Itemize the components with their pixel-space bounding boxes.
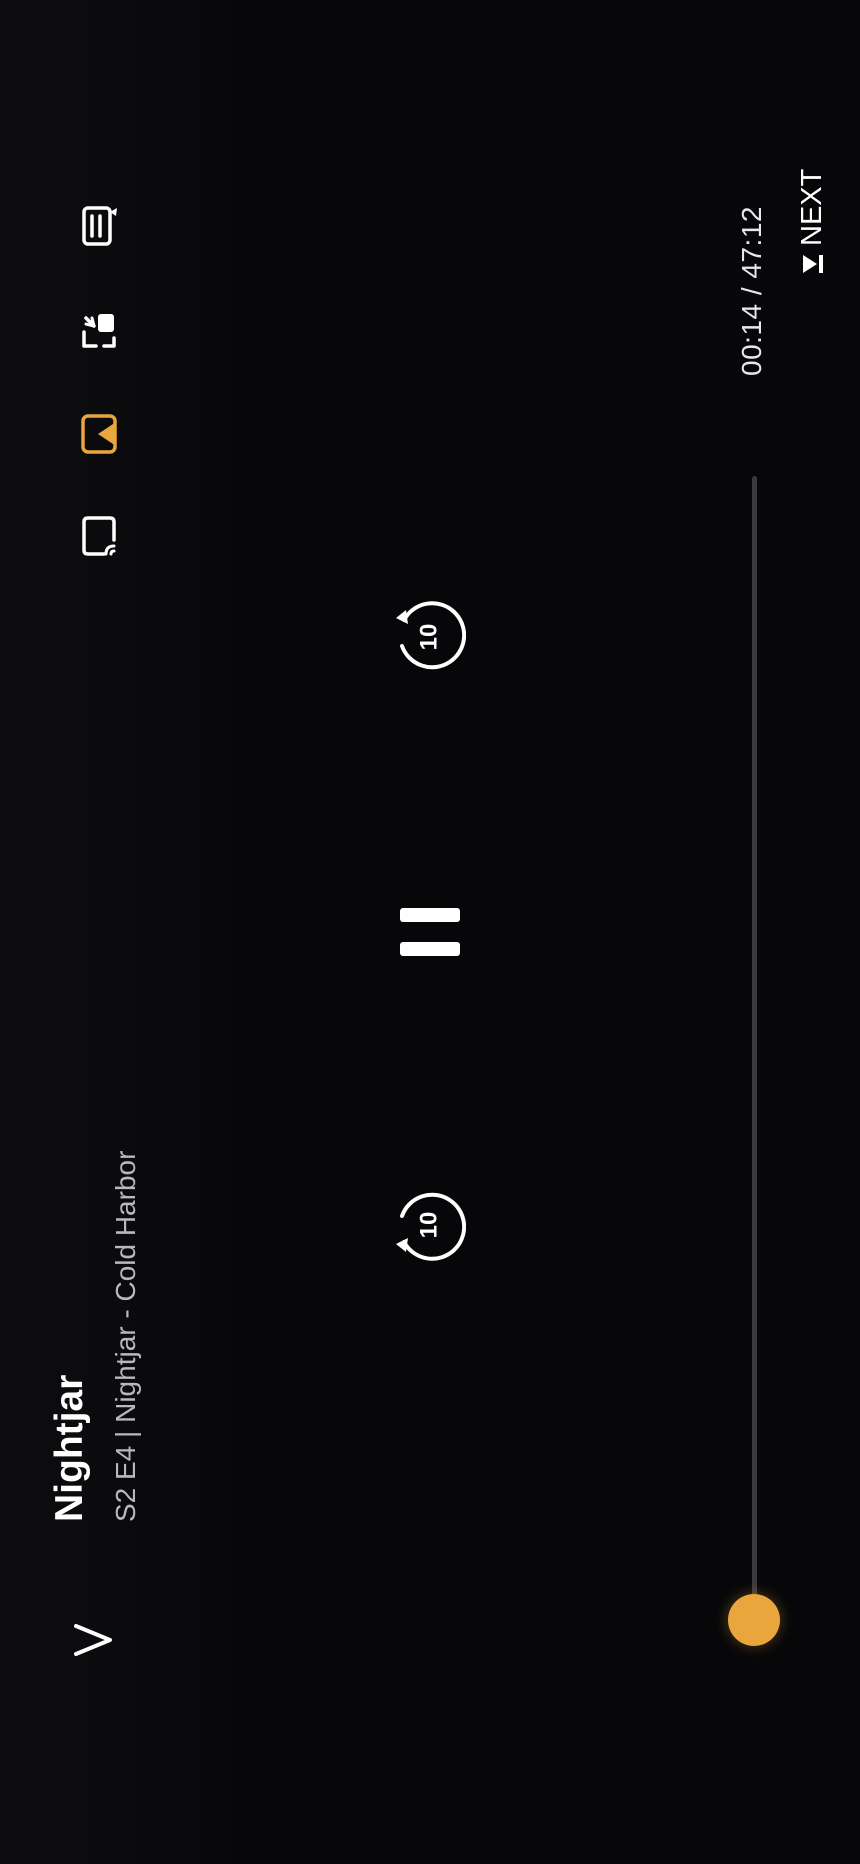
controls-shade [0,0,240,1864]
picture-in-picture-icon[interactable] [80,310,120,350]
progress-track[interactable] [752,476,757,1636]
episode-subtitle: S2 E4 | Nightjar - Cold Harbor [110,1150,141,1522]
skip-next-icon [802,255,823,273]
episodes-list-icon[interactable] [80,204,120,248]
pause-icon[interactable] [398,906,462,958]
skip-back-label: 10 [416,1212,443,1239]
progress-thumb[interactable] [728,1594,780,1647]
show-title: Nightjar [48,1374,91,1522]
next-episode-button[interactable]: NEXT [796,168,828,276]
cast-icon[interactable] [80,514,120,558]
skip-forward-label: 10 [416,624,443,651]
playback-time: 00:14 / 47:12 [736,206,767,376]
skip-back-10-icon[interactable]: 10 [392,1188,466,1262]
skip-forward-10-icon[interactable]: 10 [392,600,466,674]
video-file-play-icon[interactable] [80,412,120,456]
chevron-down-icon[interactable] [72,1620,116,1660]
next-label: NEXT [796,168,828,246]
